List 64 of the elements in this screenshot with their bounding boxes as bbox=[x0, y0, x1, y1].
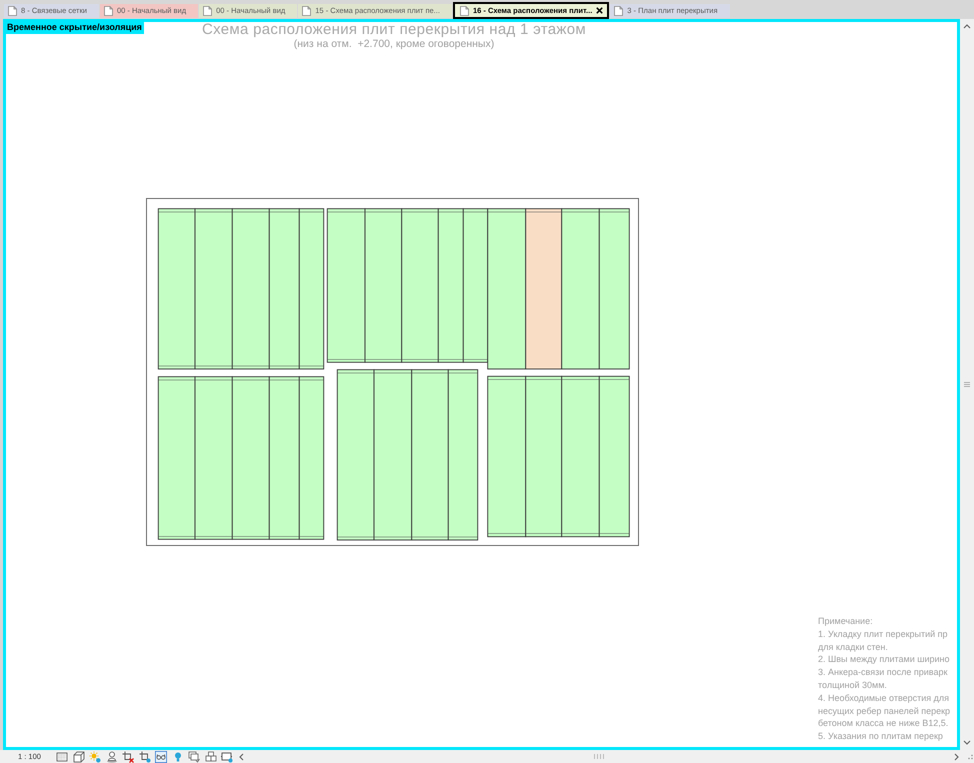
note-line: 2. Швы между плитами ширино bbox=[818, 653, 950, 666]
slab-panel[interactable] bbox=[298, 208, 324, 370]
note-line: бетоном класса не ниже В12,5. bbox=[818, 717, 950, 730]
note-line: 3. Анкера-связи после приварк bbox=[818, 666, 948, 679]
chevron-up-icon[interactable] bbox=[963, 23, 971, 30]
slab-panel[interactable] bbox=[232, 376, 270, 540]
view-subtitle: (низ на отм. +2.700, кроме оговоренных) bbox=[294, 38, 494, 51]
slab-panel[interactable] bbox=[232, 208, 270, 370]
highlighted-slab-panel[interactable] bbox=[525, 208, 562, 370]
slab-panel[interactable] bbox=[438, 208, 464, 363]
slab-panel[interactable] bbox=[194, 376, 233, 540]
slab-panel[interactable] bbox=[158, 376, 196, 540]
slab-panel[interactable] bbox=[598, 208, 630, 370]
slab-panel[interactable] bbox=[268, 376, 300, 540]
frame-icon[interactable] bbox=[221, 750, 233, 762]
slab-panel[interactable] bbox=[194, 208, 233, 370]
note-line: 1. Укладку плит перекрытий пр bbox=[818, 628, 949, 641]
slab-panel[interactable] bbox=[561, 376, 600, 538]
crop-icon[interactable] bbox=[138, 750, 150, 762]
note-line: несущих ребер панелей перекр bbox=[818, 704, 950, 718]
slab-panel[interactable] bbox=[525, 376, 562, 538]
view-title: Схема расположения плит перекрытия над 1 этажом bbox=[202, 22, 586, 38]
chevron-right-icon[interactable] bbox=[953, 752, 960, 760]
boxes-icon[interactable] bbox=[204, 750, 216, 762]
grip-icon[interactable] bbox=[964, 382, 970, 387]
document-icon bbox=[104, 6, 113, 16]
slab-panel[interactable] bbox=[326, 208, 366, 363]
slab-panel[interactable] bbox=[462, 208, 488, 363]
chevron-down-icon[interactable] bbox=[963, 739, 971, 746]
slab-panel[interactable] bbox=[268, 208, 300, 370]
slab-panel[interactable] bbox=[298, 376, 324, 540]
person-icon[interactable] bbox=[106, 750, 118, 762]
document-icon bbox=[302, 6, 312, 16]
document-icon bbox=[203, 6, 212, 16]
vertical-scrollbar[interactable] bbox=[960, 19, 974, 750]
slab-panel[interactable] bbox=[336, 369, 374, 540]
document-icon bbox=[8, 6, 17, 16]
note-line: для кладки стен. bbox=[818, 640, 889, 654]
note-line: 4. Необходимые отверстия для bbox=[818, 692, 950, 705]
slab-panel[interactable] bbox=[487, 376, 526, 538]
slab-panel[interactable] bbox=[411, 369, 449, 540]
slab-panel[interactable] bbox=[487, 208, 526, 370]
close-icon[interactable] bbox=[596, 7, 604, 14]
note-line: толщиной 30мм. bbox=[818, 678, 888, 692]
glasses-icon[interactable] bbox=[155, 750, 167, 762]
grip-icon[interactable] bbox=[594, 754, 604, 759]
slab-panel[interactable] bbox=[448, 369, 478, 540]
hatch-grid-icon[interactable] bbox=[56, 750, 68, 762]
slab-panel[interactable] bbox=[561, 208, 600, 370]
slab-panel[interactable] bbox=[598, 376, 630, 538]
chevron-left-icon[interactable] bbox=[238, 752, 245, 760]
slab-panel[interactable] bbox=[158, 208, 196, 370]
layers-icon[interactable] bbox=[188, 750, 200, 762]
document-icon bbox=[614, 6, 624, 16]
slab-panel[interactable] bbox=[364, 208, 402, 363]
note-line: 5. Указания по плитам перекр bbox=[818, 730, 944, 743]
resize-grip-icon[interactable] bbox=[967, 754, 973, 760]
cube-icon[interactable] bbox=[72, 750, 84, 762]
document-icon bbox=[460, 6, 469, 16]
temporary-hide-label: Временное скрытие/изоляция bbox=[5, 21, 144, 34]
slab-panel[interactable] bbox=[401, 208, 439, 363]
notes-heading: Примечание: bbox=[818, 615, 874, 628]
crop-icon[interactable] bbox=[122, 750, 134, 762]
slab-panel[interactable] bbox=[374, 369, 412, 540]
